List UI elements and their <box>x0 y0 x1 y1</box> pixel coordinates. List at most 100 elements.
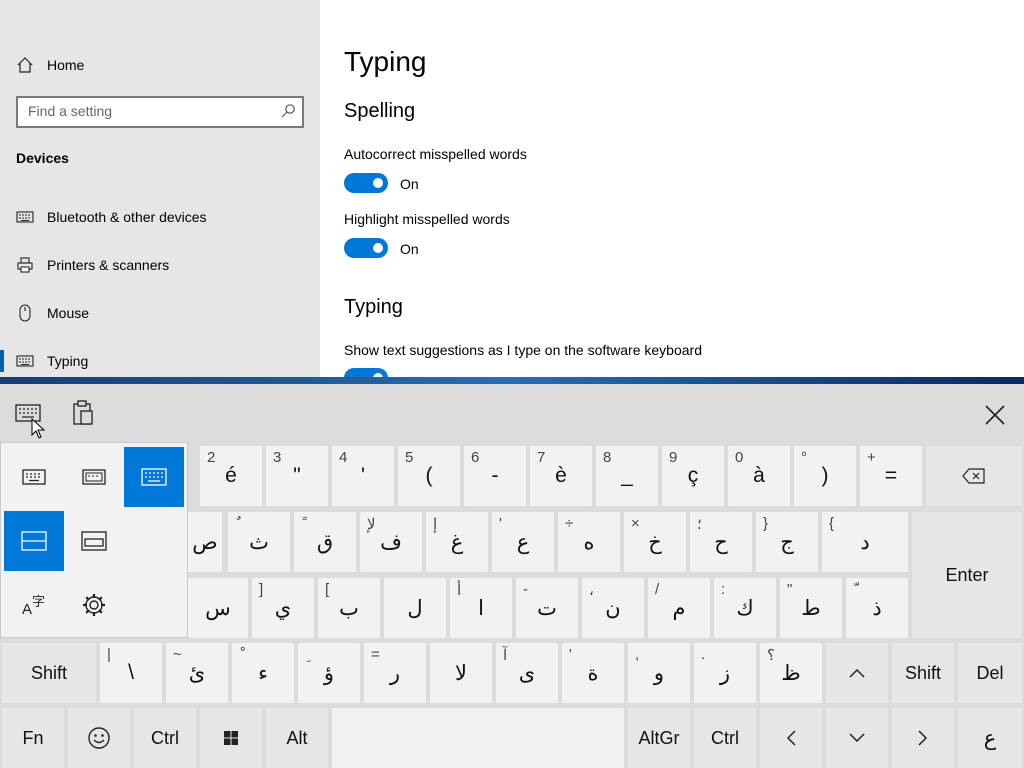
windows-key[interactable] <box>200 708 262 768</box>
sidebar-item-bluetooth[interactable]: Bluetooth & other devices <box>16 206 207 228</box>
key-r3-4[interactable]: أا <box>450 578 512 638</box>
highlight-state: On <box>400 241 419 257</box>
key-r4-0[interactable]: | \ <box>100 643 162 703</box>
arrow-down-key[interactable] <box>826 708 888 768</box>
arrow-up-key[interactable] <box>826 643 888 703</box>
key-r4-6[interactable]: آى <box>496 643 558 703</box>
layout-default-button[interactable] <box>4 447 64 507</box>
ctrl-left-key[interactable]: Ctrl <box>134 708 196 768</box>
key-r4-7[interactable]: ' ة <box>562 643 624 703</box>
selection-indicator <box>0 350 4 372</box>
desktop-strip <box>0 377 1024 384</box>
undocked-button[interactable] <box>64 511 124 571</box>
search-input[interactable]: Find a setting <box>16 96 304 128</box>
key-r1-4[interactable]: 6- <box>464 446 526 506</box>
key-r1-7[interactable]: 9ç <box>662 446 724 506</box>
space-key[interactable] <box>332 708 624 768</box>
arrow-right-key[interactable] <box>892 708 954 768</box>
key-r1-8[interactable]: 0à <box>728 446 790 506</box>
key-r2-6[interactable]: ÷ ه <box>558 512 620 572</box>
key-r4-10[interactable]: ؟ ظ <box>760 643 822 703</box>
layout-small-button[interactable] <box>64 447 124 507</box>
mouse-cursor <box>31 417 47 440</box>
search-placeholder: Find a setting <box>28 103 113 119</box>
undocked-icon <box>81 531 107 551</box>
autocorrect-state: On <box>400 176 419 192</box>
language-key[interactable]: ع <box>958 708 1022 768</box>
sidebar-item-printers[interactable]: Printers & scanners <box>16 254 169 276</box>
key-r4-2[interactable]: ْء <box>232 643 294 703</box>
key-r2-4[interactable]: إغ <box>426 512 488 572</box>
layout-standard-button[interactable] <box>124 447 184 507</box>
key-r1-3[interactable]: 5( <box>398 446 460 506</box>
keyboard-icon <box>22 469 46 485</box>
fn-key[interactable]: Fn <box>2 708 64 768</box>
keyboard-icon <box>141 468 167 486</box>
key-r1-9[interactable]: °) <box>794 446 856 506</box>
key-r1-10[interactable]: + = <box>860 446 922 506</box>
key-r4-4[interactable]: = ر <box>364 643 426 703</box>
delete-key[interactable]: Del <box>958 643 1022 703</box>
key-r2-1[interactable]: ٌث <box>228 512 290 572</box>
chevron-down-icon <box>849 733 865 743</box>
suggestions-label: Show text suggestions as I type on the s… <box>344 342 702 358</box>
sidebar-item-mouse[interactable]: Mouse <box>16 302 89 324</box>
chevron-right-icon <box>918 730 928 746</box>
key-r3-7[interactable]: / م <box>648 578 710 638</box>
key-r3-5[interactable]: -ت <box>516 578 578 638</box>
gear-icon <box>83 594 105 616</box>
sidebar-item-typing[interactable]: Typing <box>16 350 88 372</box>
key-r1-1[interactable]: 3 " <box>266 446 328 506</box>
key-r2-10[interactable]: {د <box>822 512 908 572</box>
arrow-left-key[interactable] <box>760 708 822 768</box>
small-keyboard-icon <box>82 469 106 485</box>
key-r3-6[interactable]: ، ن <box>582 578 644 638</box>
clipboard-icon <box>72 399 94 431</box>
altgr-key[interactable]: AltGr <box>628 708 690 768</box>
windows-icon <box>224 731 238 745</box>
chevron-left-icon <box>786 730 796 746</box>
close-icon <box>985 405 1005 425</box>
key-r3-8[interactable]: :ك <box>714 578 776 638</box>
highlight-toggle[interactable] <box>344 238 388 258</box>
alt-key[interactable]: Alt <box>266 708 328 768</box>
nav-home[interactable]: Home <box>16 54 84 76</box>
key-r3-0[interactable]: س <box>188 578 248 638</box>
enter-key[interactable]: Enter <box>912 512 1022 638</box>
key-r4-5[interactable]: لا <box>430 643 492 703</box>
key-r3-2[interactable]: [ب <box>318 578 380 638</box>
key-r4-1[interactable]: ~ ئ <box>166 643 228 703</box>
docked-button[interactable] <box>4 511 64 571</box>
close-keyboard-button[interactable] <box>980 400 1010 430</box>
key-r2-2[interactable]: ًق <box>294 512 356 572</box>
emoji-icon <box>88 727 110 749</box>
key-r1-6[interactable]: 8 _ <box>596 446 658 506</box>
key-r4-8[interactable]: ,و <box>628 643 690 703</box>
backspace-key[interactable] <box>926 446 1022 506</box>
key-r2-0[interactable]: ص <box>188 512 222 572</box>
key-r1-5[interactable]: 7è <box>530 446 592 506</box>
key-r1-0[interactable]: 2é <box>200 446 262 506</box>
keyboard-settings-button[interactable] <box>64 575 124 635</box>
key-r3-3[interactable]: ل <box>384 578 446 638</box>
handwriting-button[interactable]: A字 <box>4 575 64 635</box>
key-r2-3[interactable]: لإ ف <box>360 512 422 572</box>
key-r1-2[interactable]: 4 ' <box>332 446 394 506</box>
shift-left-key[interactable]: Shift <box>2 643 96 703</box>
key-r2-7[interactable]: × خ <box>624 512 686 572</box>
clipboard-button[interactable] <box>60 392 106 438</box>
language-input-icon: A字 <box>22 595 45 618</box>
key-r2-8[interactable]: ؛ ح <box>690 512 752 572</box>
shift-right-key[interactable]: Shift <box>892 643 954 703</box>
autocorrect-toggle[interactable] <box>344 173 388 193</box>
key-r2-9[interactable]: } ج <box>756 512 818 572</box>
key-r4-9[interactable]: .ز <box>694 643 756 703</box>
key-r3-10[interactable]: ّذ <box>846 578 908 638</box>
ctrl-right-key[interactable]: Ctrl <box>694 708 756 768</box>
key-r3-9[interactable]: " ط <box>780 578 842 638</box>
nav-home-label: Home <box>47 57 85 73</box>
key-r4-3[interactable]: ِؤ <box>298 643 360 703</box>
key-r2-5[interactable]: ' ع <box>492 512 554 572</box>
key-r3-1[interactable]: ] ي <box>252 578 314 638</box>
emoji-key[interactable] <box>68 708 130 768</box>
